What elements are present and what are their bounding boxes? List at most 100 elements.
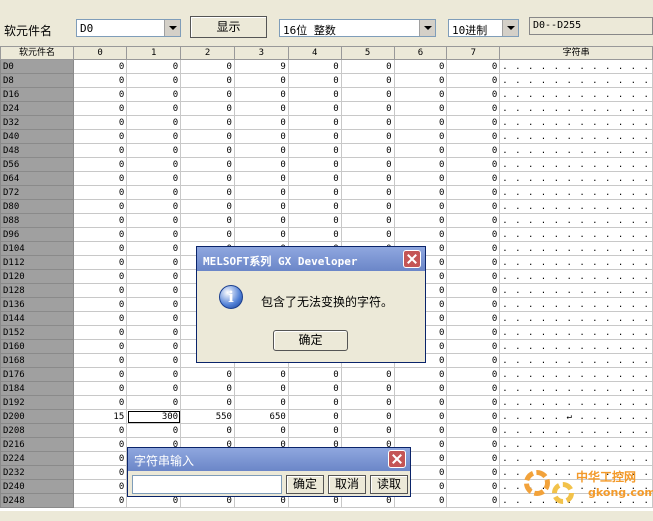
value-cell[interactable]: 0 [446, 325, 501, 340]
string-cell[interactable]: . . . . . . . . . . . . [499, 353, 653, 368]
value-cell[interactable]: 0 [446, 241, 501, 256]
value-cell[interactable]: 0 [72, 115, 128, 130]
string-cell[interactable]: . . . . . . . . . . . . [499, 325, 653, 340]
string-read-button[interactable]: 读取 [370, 475, 408, 494]
value-cell[interactable]: 0 [340, 423, 395, 438]
value-cell[interactable]: 0 [393, 395, 448, 410]
value-cell[interactable]: 0 [126, 297, 182, 312]
value-cell[interactable]: 0 [287, 199, 342, 214]
value-cell[interactable]: 0 [180, 423, 235, 438]
value-cell[interactable]: 0 [446, 437, 501, 452]
value-cell[interactable]: 0 [393, 213, 448, 228]
value-cell[interactable]: 0 [72, 283, 128, 298]
close-icon[interactable] [388, 450, 406, 468]
value-cell[interactable]: 0 [126, 213, 182, 228]
value-cell[interactable]: 0 [393, 199, 448, 214]
value-cell[interactable]: 0 [180, 227, 235, 242]
string-ok-button[interactable]: 确定 [286, 475, 324, 494]
string-cell[interactable]: . . . . . . . . . . . . [499, 367, 653, 382]
value-cell[interactable]: 0 [180, 395, 235, 410]
value-cell[interactable]: 0 [446, 157, 501, 172]
value-cell[interactable]: 0 [180, 73, 235, 88]
value-cell[interactable]: 0 [340, 381, 395, 396]
value-cell[interactable]: 0 [126, 59, 182, 74]
value-cell[interactable]: 0 [233, 87, 289, 102]
value-cell[interactable]: 0 [393, 185, 448, 200]
value-cell[interactable]: 0 [180, 199, 235, 214]
value-cell[interactable]: 0 [340, 73, 395, 88]
value-cell[interactable]: 0 [446, 493, 501, 508]
value-cell[interactable]: 0 [126, 227, 182, 242]
string-cell[interactable]: . . . . . . . . . . . . [499, 213, 653, 228]
string-cell[interactable]: . . . . . . . . . . . . [499, 101, 653, 116]
value-cell[interactable]: 15 [72, 409, 128, 424]
display-button[interactable]: 显示 [190, 16, 267, 38]
chevron-down-icon[interactable] [419, 20, 435, 36]
value-cell[interactable]: 300 [126, 409, 182, 424]
value-cell[interactable]: 0 [446, 297, 501, 312]
value-cell[interactable]: 0 [126, 269, 182, 284]
value-cell[interactable]: 0 [126, 255, 182, 270]
value-cell[interactable]: 0 [340, 101, 395, 116]
value-cell[interactable]: 0 [287, 143, 342, 158]
value-cell[interactable]: 0 [287, 227, 342, 242]
value-cell[interactable]: 0 [446, 185, 501, 200]
string-cancel-button[interactable]: 取消 [328, 475, 366, 494]
value-cell[interactable]: 0 [340, 227, 395, 242]
value-cell[interactable]: 0 [180, 115, 235, 130]
string-input[interactable] [132, 475, 282, 494]
string-cell[interactable]: . . . . . . . . . . . . [499, 157, 653, 172]
value-cell[interactable]: 0 [72, 297, 128, 312]
string-cell[interactable]: . . . . . . . . . . . . [499, 143, 653, 158]
value-cell[interactable]: 0 [72, 129, 128, 144]
value-cell[interactable]: 0 [233, 171, 289, 186]
value-cell[interactable]: 0 [180, 213, 235, 228]
value-cell[interactable]: 0 [287, 185, 342, 200]
value-cell[interactable]: 0 [233, 73, 289, 88]
device-combo[interactable]: D0 [76, 19, 181, 37]
value-cell[interactable]: 0 [340, 367, 395, 382]
value-cell[interactable]: 0 [287, 423, 342, 438]
value-cell[interactable]: 0 [446, 255, 501, 270]
value-cell[interactable]: 0 [126, 115, 182, 130]
value-cell[interactable]: 0 [233, 423, 289, 438]
value-cell[interactable]: 0 [72, 157, 128, 172]
value-cell[interactable]: 0 [233, 129, 289, 144]
value-cell[interactable]: 0 [287, 157, 342, 172]
value-cell[interactable]: 0 [180, 87, 235, 102]
chevron-down-icon[interactable] [502, 20, 518, 36]
value-cell[interactable]: 0 [72, 437, 128, 452]
value-cell[interactable]: 0 [446, 115, 501, 130]
value-cell[interactable]: 0 [72, 353, 128, 368]
value-cell[interactable]: 0 [126, 199, 182, 214]
value-cell[interactable]: 0 [393, 129, 448, 144]
value-cell[interactable]: 0 [393, 367, 448, 382]
value-cell[interactable]: 0 [446, 311, 501, 326]
string-cell[interactable]: . . . . . . . . . . . . [499, 115, 653, 130]
value-cell[interactable]: 0 [126, 129, 182, 144]
value-cell[interactable]: 0 [287, 381, 342, 396]
value-cell[interactable]: 0 [340, 157, 395, 172]
value-cell[interactable]: 0 [446, 213, 501, 228]
value-cell[interactable]: 0 [446, 87, 501, 102]
value-cell[interactable]: 0 [180, 367, 235, 382]
value-cell[interactable]: 0 [287, 59, 342, 74]
value-cell[interactable]: 0 [446, 199, 501, 214]
string-cell[interactable]: . . . . . . . . . . . . [499, 73, 653, 88]
value-cell[interactable]: 0 [446, 409, 501, 424]
value-cell[interactable]: 0 [393, 59, 448, 74]
value-cell[interactable]: 0 [72, 213, 128, 228]
value-cell[interactable]: 0 [126, 171, 182, 186]
value-cell[interactable]: 0 [446, 423, 501, 438]
value-cell[interactable]: 0 [72, 367, 128, 382]
value-cell[interactable]: 0 [233, 199, 289, 214]
value-cell[interactable]: 0 [340, 129, 395, 144]
value-cell[interactable]: 0 [287, 129, 342, 144]
string-cell[interactable]: . . . . . . . . . . . . [499, 423, 653, 438]
value-cell[interactable]: 0 [340, 395, 395, 410]
value-cell[interactable]: 0 [340, 87, 395, 102]
value-cell[interactable]: 0 [233, 115, 289, 130]
value-cell[interactable]: 0 [72, 227, 128, 242]
value-cell[interactable]: 0 [180, 59, 235, 74]
value-cell[interactable]: 0 [446, 479, 501, 494]
